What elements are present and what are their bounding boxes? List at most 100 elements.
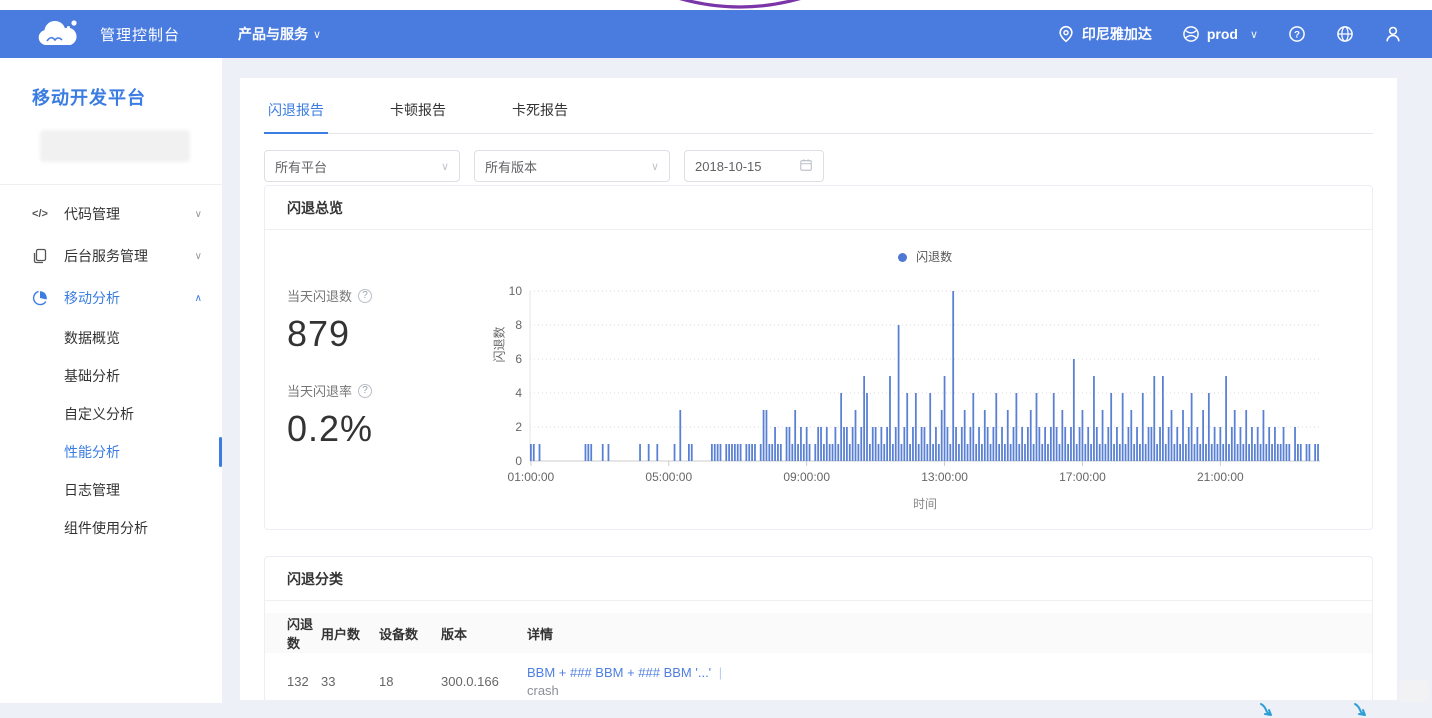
sidebar-divider [0, 184, 222, 185]
region-selector[interactable]: 印尼雅加达 [1057, 24, 1152, 44]
table-row: 132 33 18 300.0.166 BBM + ### BBM + ### … [265, 653, 1372, 700]
svg-text:05:00:00: 05:00:00 [645, 470, 692, 484]
env-label: prod [1207, 26, 1238, 42]
chart-canvas[interactable]: 024681001:00:0005:00:0009:00:0013:00:001… [485, 281, 1345, 516]
cell-devices: 18 [379, 674, 441, 689]
cloud-logo[interactable] [34, 18, 82, 50]
version-select[interactable]: 所有版本 ∨ [474, 150, 670, 182]
products-services-menu[interactable]: 产品与服务 ∨ [238, 24, 321, 44]
date-picker[interactable]: 2018-10-15 [684, 150, 824, 182]
sidebar-item-label: 移动分析 [64, 288, 195, 308]
products-services-label: 产品与服务 [238, 24, 308, 44]
cell-details: BBM + ### BBM + ### BBM '...' | crash [527, 665, 1372, 698]
svg-text:0: 0 [515, 454, 522, 468]
svg-text:2: 2 [515, 420, 522, 434]
sidebar-menu: </> 代码管理 ∨ 后台服务管理 ∨ 移动分析 ∧ 数据概览 基础分析 自定义… [0, 193, 222, 547]
language-button[interactable] [1336, 25, 1354, 43]
chevron-down-icon: ∨ [651, 160, 659, 173]
tab-crash-report[interactable]: 闪退报告 [264, 92, 328, 134]
chevron-up-icon: ∧ [195, 293, 202, 304]
region-label: 印尼雅加达 [1082, 24, 1152, 44]
help-circle-icon[interactable]: ? [358, 289, 372, 303]
console-title: 管理控制台 [100, 24, 180, 45]
date-value: 2018-10-15 [695, 159, 799, 174]
detail-suffix: | [719, 665, 722, 680]
svg-text:10: 10 [509, 284, 523, 298]
tab-freeze-report[interactable]: 卡死报告 [508, 92, 572, 133]
svg-text:01:00:00: 01:00:00 [508, 470, 555, 484]
chevron-down-icon: ∨ [195, 251, 202, 262]
user-icon [1384, 25, 1402, 43]
stat-value-daily-crashes: 879 [287, 313, 477, 355]
floating-widget-cut [1399, 680, 1429, 702]
col-header-crashes: 闪退数 [265, 614, 321, 652]
annotation-mark-right [1352, 702, 1374, 718]
page-background: 管理控制台 产品与服务 ∨ 印尼雅加达 prod ∨ ? [0, 0, 1432, 718]
svg-text:17:00:00: 17:00:00 [1059, 470, 1106, 484]
version-select-value: 所有版本 [485, 157, 651, 176]
col-header-users: 用户数 [321, 624, 379, 643]
sidebar-subitem-label: 性能分析 [64, 442, 120, 462]
calendar-icon [799, 158, 813, 175]
chart-legend[interactable]: 闪退数 [485, 248, 1365, 265]
cell-crashes: 132 [265, 674, 321, 689]
stat-label-text: 当天闪退数 [287, 286, 352, 305]
page-top-margin [0, 0, 1432, 10]
overview-stats: 当天闪退数 ? 879 当天闪退率 ? 0.2% [287, 286, 477, 476]
svg-text:09:00:00: 09:00:00 [783, 470, 830, 484]
sidebar-subitem-label: 组件使用分析 [64, 518, 148, 538]
sidebar-subitem-data-overview[interactable]: 数据概览 [0, 319, 222, 357]
main-content: 闪退报告 卡顿报告 卡死报告 所有平台 ∨ 所有版本 ∨ 2018-10-15 … [240, 78, 1397, 700]
table-header-row: 闪退数 用户数 设备数 版本 详情 [265, 613, 1372, 653]
globe-icon [1336, 25, 1354, 43]
tab-lag-report[interactable]: 卡顿报告 [386, 92, 450, 133]
topbar-right-group: 印尼雅加达 prod ∨ ? [1057, 24, 1402, 44]
svg-text:?: ? [1294, 29, 1300, 40]
cell-version: 300.0.166 [441, 674, 527, 689]
annotation-mark-left [1258, 702, 1280, 718]
chevron-down-icon: ∨ [441, 160, 449, 173]
sidebar-subitem-component-usage[interactable]: 组件使用分析 [0, 509, 222, 547]
platform-select[interactable]: 所有平台 ∨ [264, 150, 460, 182]
svg-text:4: 4 [515, 386, 522, 400]
crash-detail-link[interactable]: BBM + ### BBM + ### BBM '...' [527, 665, 711, 680]
topbar: 管理控制台 产品与服务 ∨ 印尼雅加达 prod ∨ ? [0, 10, 1432, 58]
stat-value-crash-rate: 0.2% [287, 408, 477, 450]
crash-category-card: 闪退分类 闪退数 用户数 设备数 版本 详情 132 33 18 300.0.1… [264, 556, 1373, 700]
chevron-down-icon: ∨ [313, 28, 321, 41]
cell-users: 33 [321, 674, 379, 689]
col-header-details: 详情 [527, 624, 1372, 643]
sidebar-item-label: 后台服务管理 [64, 246, 195, 266]
platform-select-value: 所有平台 [275, 157, 441, 176]
sidebar-subitem-performance-analysis[interactable]: 性能分析 [0, 433, 222, 471]
pie-chart-icon [30, 289, 50, 307]
legend-label: 闪退数 [916, 250, 952, 264]
code-icon: </> [30, 205, 50, 223]
sidebar-subitem-log-management[interactable]: 日志管理 [0, 471, 222, 509]
report-tabs: 闪退报告 卡顿报告 卡死报告 [264, 78, 1373, 134]
svg-text:时间: 时间 [913, 497, 937, 511]
location-pin-icon [1057, 25, 1075, 43]
sidebar: 移动开发平台 </> 代码管理 ∨ 后台服务管理 ∨ 移动分析 ∧ [0, 58, 222, 703]
legend-dot-icon [898, 253, 907, 262]
stat-label-crash-rate: 当天闪退率 ? [287, 381, 477, 400]
sidebar-item-mobile-analytics[interactable]: 移动分析 ∧ [0, 277, 222, 319]
env-selector[interactable]: prod ∨ [1182, 25, 1258, 43]
svg-text:6: 6 [515, 352, 522, 366]
help-circle-icon[interactable]: ? [358, 384, 372, 398]
sidebar-subitem-label: 数据概览 [64, 328, 120, 348]
overview-card-title: 闪退总览 [265, 186, 1372, 230]
sidebar-title: 移动开发平台 [32, 84, 222, 110]
sidebar-subitem-basic-analysis[interactable]: 基础分析 [0, 357, 222, 395]
help-button[interactable]: ? [1288, 25, 1306, 43]
sidebar-subitem-custom-analysis[interactable]: 自定义分析 [0, 395, 222, 433]
docs-icon [30, 247, 50, 265]
sidebar-item-backend-services[interactable]: 后台服务管理 ∨ [0, 235, 222, 277]
table-card-title: 闪退分类 [265, 557, 1372, 601]
svg-text:21:00:00: 21:00:00 [1197, 470, 1244, 484]
user-account-button[interactable] [1384, 25, 1402, 43]
svg-text:8: 8 [515, 318, 522, 332]
chevron-down-icon: ∨ [195, 209, 202, 220]
active-indicator-bar [219, 437, 222, 467]
sidebar-item-code-management[interactable]: </> 代码管理 ∨ [0, 193, 222, 235]
